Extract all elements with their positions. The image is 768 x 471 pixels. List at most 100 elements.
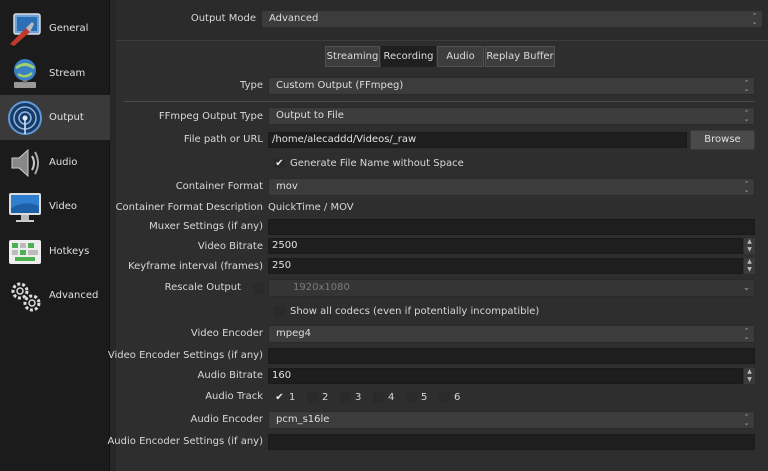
video-encoder-settings-label: Video Encoder Settings (if any) [107,350,263,361]
tab-recording[interactable]: Recording [381,46,436,67]
spin-up-icon[interactable]: ▲ [744,368,755,376]
file-path-input[interactable]: /home/alecaddd/Videos/_raw [268,132,687,148]
audio-encoder-value: pcm_s16le [276,414,330,425]
rescale-output-label: Rescale Output [164,282,241,293]
audio-icon [5,143,45,183]
sidebar-item-label: Stream [49,68,86,79]
spin-up-icon[interactable]: ▲ [744,238,755,246]
generate-filename-label: Generate File Name without Space [290,158,464,169]
video-bitrate-label: Video Bitrate [197,241,263,252]
audio-track-6-label: 6 [454,392,461,403]
audio-encoder-settings-input[interactable] [268,434,755,450]
sidebar-item-output[interactable]: Output [0,95,110,140]
updown-arrow-icon: ⌃ ⌄ [743,79,750,93]
updown-arrow-icon: ⌃ ⌄ [751,12,758,26]
tab-audio[interactable]: Audio [437,46,484,67]
muxer-settings-input[interactable] [268,219,755,235]
sidebar-item-audio[interactable]: Audio [0,140,110,185]
tab-replay-buffer[interactable]: Replay Buffer [485,46,555,67]
audio-bitrate-label: Audio Bitrate [197,370,263,381]
muxer-settings-label: Muxer Settings (if any) [149,221,263,232]
audio-track-label: Audio Track [205,391,263,402]
output-mode-select[interactable]: Advanced ⌃ ⌄ [261,10,763,28]
ffmpeg-output-type-value: Output to File [276,110,344,121]
show-all-codecs-label: Show all codecs (even if potentially inc… [290,306,540,317]
video-encoder-value: mpeg4 [276,328,311,339]
spin-down-icon[interactable]: ▼ [744,246,755,254]
audio-track-3-label: 3 [355,392,362,403]
audio-track-1-label: 1 [289,392,296,403]
ffmpeg-output-type-label: FFmpeg Output Type [158,111,263,122]
keyframe-interval-label: Keyframe interval (frames) [128,261,263,272]
container-desc-label: Container Format Description [115,202,263,213]
output-mode-label: Output Mode [190,13,256,24]
audio-track-5-label: 5 [421,392,428,403]
video-encoder-settings-input[interactable] [268,348,755,364]
sidebar-item-video[interactable]: Video [0,184,110,229]
show-all-codecs-checkbox[interactable] [274,306,285,317]
container-format-select[interactable]: mov ⌃ ⌄ [268,178,755,196]
audio-track-2-checkbox[interactable] [307,392,318,403]
audio-track-5-checkbox[interactable] [406,392,417,403]
hotkeys-icon [5,232,45,272]
video-bitrate-input[interactable]: 2500 [268,238,743,254]
generate-filename-checkbox[interactable]: ✔ [274,158,285,169]
file-path-label: File path or URL [183,134,263,145]
updown-arrow-icon: ⌃ ⌄ [743,327,750,341]
chevron-down-icon: ⌄ [742,283,751,293]
video-encoder-select[interactable]: mpeg4 ⌃ ⌄ [268,325,755,343]
sidebar-item-label: Audio [49,157,78,168]
video-icon [5,187,45,227]
spin-down-icon[interactable]: ▼ [744,376,755,384]
spin-up-icon[interactable]: ▲ [744,258,755,266]
sidebar-item-advanced[interactable]: Advanced [0,273,110,318]
output-mode-value: Advanced [269,13,319,24]
sidebar-item-label: Output [49,112,84,123]
keyframe-interval-input[interactable]: 250 [268,258,743,274]
type-select[interactable]: Custom Output (FFmpeg) ⌃ ⌄ [268,77,755,95]
general-icon [5,9,45,49]
ffmpeg-output-type-select[interactable]: Output to File ⌃ ⌄ [268,107,755,125]
audio-track-4-label: 4 [388,392,395,403]
recording-panel [116,40,768,471]
advanced-icon [5,276,45,316]
sidebar-item-general[interactable]: General [0,6,110,51]
rescale-resolution-value: 1920x1080 [293,282,350,293]
rescale-output-checkbox[interactable] [253,283,264,294]
sidebar-item-hotkeys[interactable]: Hotkeys [0,229,110,274]
settings-sidebar: General Stream Output Audio Video Hotkey… [0,0,110,471]
spin-down-icon[interactable]: ▼ [744,266,755,274]
type-value: Custom Output (FFmpeg) [276,80,404,91]
output-icon [5,98,45,138]
audio-bitrate-spinner[interactable]: ▲ ▼ [744,368,755,384]
audio-encoder-select[interactable]: pcm_s16le ⌃ ⌄ [268,411,755,429]
video-bitrate-spinner[interactable]: ▲ ▼ [744,238,755,254]
audio-track-6-checkbox[interactable] [439,392,450,403]
updown-arrow-icon: ⌃ ⌄ [743,109,750,123]
audio-track-4-checkbox[interactable] [373,392,384,403]
container-format-value: mov [276,181,298,192]
type-label: Type [240,80,263,91]
sidebar-item-stream[interactable]: Stream [0,51,110,96]
tab-streaming[interactable]: Streaming [325,46,380,67]
audio-bitrate-input[interactable]: 160 [268,368,743,384]
sidebar-item-label: Advanced [49,290,99,301]
updown-arrow-icon: ⌃ ⌄ [743,180,750,194]
video-encoder-label: Video Encoder [190,328,263,339]
audio-track-1-checkbox[interactable]: ✔ [274,392,285,403]
audio-encoder-settings-label: Audio Encoder Settings (if any) [107,436,263,447]
audio-encoder-label: Audio Encoder [190,414,264,425]
container-format-label: Container Format [175,181,263,192]
sidebar-item-label: Hotkeys [49,246,90,257]
audio-track-2-label: 2 [322,392,329,403]
container-desc-value: QuickTime / MOV [268,202,354,213]
audio-track-3-checkbox[interactable] [340,392,351,403]
rescale-resolution-select[interactable]: 1920x1080 ⌄ [268,279,755,297]
stream-icon [5,54,45,94]
keyframe-interval-spinner[interactable]: ▲ ▼ [744,258,755,274]
updown-arrow-icon: ⌃ ⌄ [743,413,750,427]
sidebar-item-label: General [49,23,89,34]
separator [124,101,755,102]
browse-button[interactable]: Browse [690,130,755,150]
sidebar-item-label: Video [49,201,78,212]
